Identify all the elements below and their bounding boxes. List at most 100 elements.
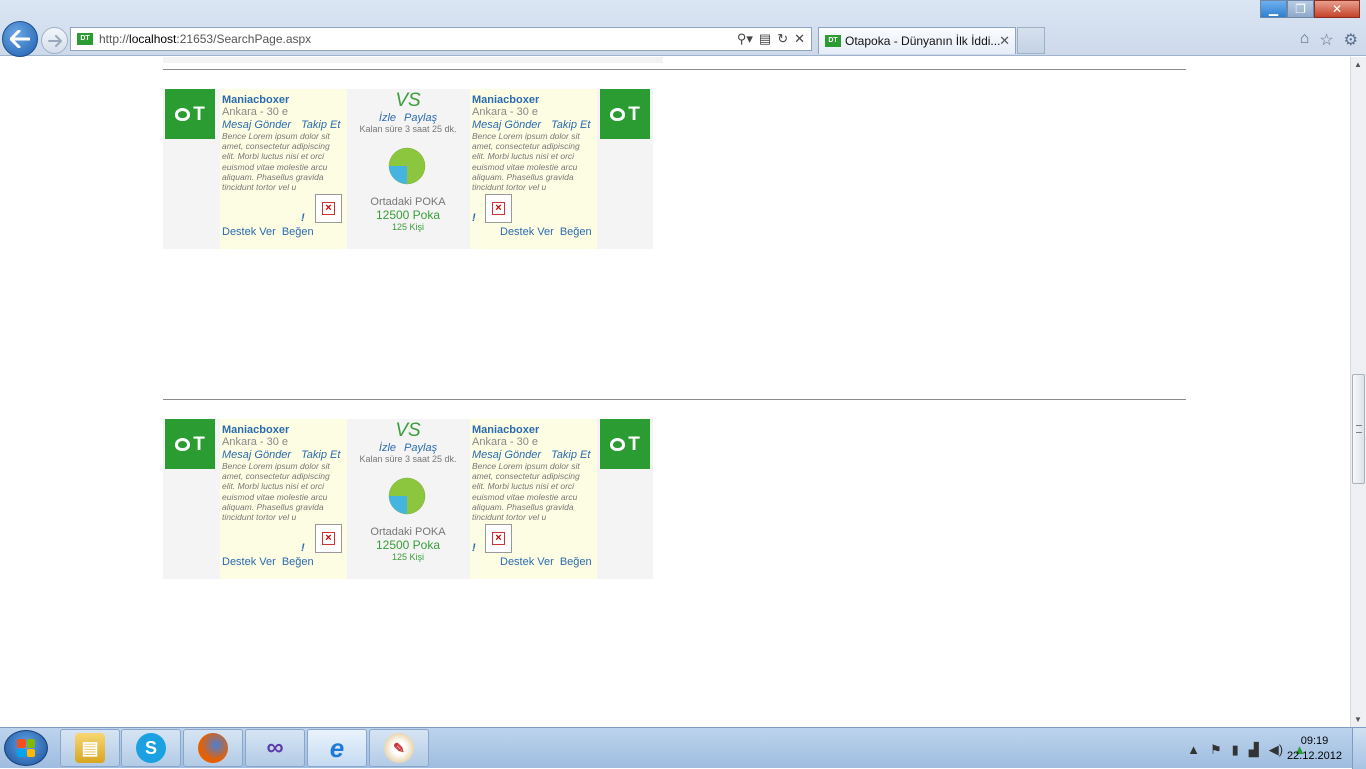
forward-button[interactable] [41, 27, 68, 54]
like-link[interactable]: Beğen [560, 226, 592, 238]
share-link[interactable]: Paylaş [404, 112, 437, 124]
follow-link[interactable]: Takip Et [551, 449, 590, 461]
url-text[interactable]: http://localhost:21653/SearchPage.aspx [99, 32, 311, 46]
volume-icon[interactable]: ◀) [1269, 742, 1283, 758]
start-button[interactable] [4, 730, 48, 766]
left-player: Maniacboxer Ankara - 30 e Mesaj Gönder Ta… [220, 419, 347, 579]
network-signal-icon[interactable]: ▟ [1249, 742, 1259, 758]
time-pie-chart [388, 147, 426, 185]
like-link[interactable]: Beğen [282, 556, 314, 568]
player-description: Bence Lorem ipsum dolor sit amet, consec… [472, 131, 580, 193]
player-logo-icon[interactable]: T [600, 89, 650, 139]
player-name-link[interactable]: Maniacboxer [222, 94, 289, 106]
player-city: Ankara - 30 e [472, 106, 539, 118]
watch-link[interactable]: İzle [379, 112, 396, 124]
stop-icon[interactable]: ✕ [794, 31, 805, 47]
player-logo-icon[interactable]: T [165, 419, 215, 469]
report-link[interactable]: ! [301, 542, 305, 554]
taskbar-internet-explorer[interactable]: e [307, 729, 367, 767]
forward-arrow-icon [47, 34, 62, 47]
new-tab-button[interactable] [1017, 27, 1045, 54]
minimize-icon[interactable]: ▁ [1260, 0, 1287, 18]
windows-logo-icon [17, 739, 35, 757]
like-link[interactable]: Beğen [560, 556, 592, 568]
search-icon[interactable]: ⚲▾ [737, 31, 753, 47]
support-link[interactable]: Destek Ver [222, 226, 276, 238]
player-description: Bence Lorem ipsum dolor sit amet, consec… [222, 131, 330, 193]
broken-image: × [485, 524, 512, 553]
refresh-icon[interactable]: ↻ [777, 31, 788, 47]
previous-card-edge [163, 57, 663, 63]
player-city: Ankara - 30 e [472, 436, 539, 448]
follow-link[interactable]: Takip Et [301, 449, 340, 461]
send-message-link[interactable]: Mesaj Gönder [222, 449, 291, 461]
follow-link[interactable]: Takip Et [301, 119, 340, 131]
player-logo-icon[interactable]: T [165, 89, 215, 139]
broken-image-icon: × [322, 532, 335, 545]
action-center-flag-icon[interactable]: ⚑ [1210, 742, 1222, 758]
player-name-link[interactable]: Maniacboxer [472, 424, 539, 436]
system-clock[interactable]: 09:19 22.12.2012 [1287, 734, 1342, 764]
address-bar[interactable]: DT http://localhost:21653/SearchPage.asp… [70, 27, 812, 51]
divider [163, 69, 1186, 70]
vs-label: VS [395, 90, 421, 111]
scroll-up-icon[interactable]: ▲ [1354, 60, 1362, 69]
player-name-link[interactable]: Maniacboxer [472, 94, 539, 106]
send-message-link[interactable]: Mesaj Gönder [472, 449, 541, 461]
player-logo-icon[interactable]: T [600, 419, 650, 469]
visual-studio-icon: ∞ [266, 734, 284, 761]
participant-count: 125 Kişi [391, 222, 425, 232]
tools-gear-icon[interactable]: ⚙ [1344, 30, 1358, 50]
broken-image: × [485, 194, 512, 223]
clock-date: 22.12.2012 [1286, 750, 1342, 762]
broken-image: × [315, 524, 342, 553]
taskbar-paint[interactable]: ✎ [369, 729, 429, 767]
taskbar-skype[interactable]: S [121, 729, 181, 767]
broken-image-icon: × [492, 202, 505, 215]
match-center: VS İzle Paylaş Kalan süre 3 saat 25 dk. O… [347, 89, 469, 249]
send-message-link[interactable]: Mesaj Gönder [472, 119, 541, 131]
battery-icon[interactable]: ▮ [1232, 742, 1239, 758]
back-arrow-icon [10, 30, 30, 48]
close-icon[interactable]: ✕ [1314, 0, 1360, 18]
taskbar-visual-studio[interactable]: ∞ [245, 729, 305, 767]
player-name-link[interactable]: Maniacboxer [222, 424, 289, 436]
tab-close-icon[interactable]: ✕ [999, 33, 1010, 49]
show-desktop-button[interactable] [1352, 728, 1366, 769]
player-description: Bence Lorem ipsum dolor sit amet, consec… [472, 461, 580, 523]
scroll-thumb[interactable] [1352, 374, 1365, 484]
support-link[interactable]: Destek Ver [222, 556, 276, 568]
file-explorer-icon: ▤ [75, 733, 105, 763]
time-remaining: Kalan süre 3 saat 25 dk. [359, 124, 457, 134]
vertical-scrollbar[interactable]: ▲ ▼ [1350, 57, 1366, 727]
home-icon[interactable]: ⌂ [1300, 30, 1310, 50]
like-link[interactable]: Beğen [282, 226, 314, 238]
back-button[interactable] [2, 21, 38, 57]
pot-amount: 12500 Poka [375, 538, 441, 552]
show-hidden-icons[interactable]: ▲ [1187, 742, 1200, 758]
broken-image: × [315, 194, 342, 223]
pot-label: Ortadaki POKA [370, 526, 446, 538]
taskbar-explorer[interactable]: ▤ [60, 729, 120, 767]
scroll-down-icon[interactable]: ▼ [1354, 715, 1362, 724]
taskbar-firefox[interactable] [183, 729, 243, 767]
player-description: Bence Lorem ipsum dolor sit amet, consec… [222, 461, 330, 523]
internet-explorer-icon: e [329, 732, 345, 763]
report-link[interactable]: ! [472, 542, 476, 554]
support-link[interactable]: Destek Ver [500, 556, 554, 568]
report-link[interactable]: ! [301, 212, 305, 224]
active-tab[interactable]: DT Otapoka - Dünyanın İlk İddi... ✕ [818, 27, 1016, 54]
pot-label: Ortadaki POKA [370, 196, 446, 208]
favorites-star-icon[interactable]: ☆ [1319, 30, 1333, 50]
watch-link[interactable]: İzle [379, 442, 396, 454]
send-message-link[interactable]: Mesaj Gönder [222, 119, 291, 131]
paint-icon: ✎ [384, 733, 414, 763]
support-link[interactable]: Destek Ver [500, 226, 554, 238]
restore-icon[interactable]: ❐ [1287, 0, 1314, 18]
share-link[interactable]: Paylaş [404, 442, 437, 454]
right-player: Maniacboxer Ankara - 30 e Mesaj Gönder Ta… [470, 419, 597, 579]
compat-icon[interactable]: ▤ [759, 31, 771, 47]
report-link[interactable]: ! [472, 212, 476, 224]
match-card: T Maniacboxer Ankara - 30 e Mesaj Gönder… [163, 89, 653, 249]
follow-link[interactable]: Takip Et [551, 119, 590, 131]
